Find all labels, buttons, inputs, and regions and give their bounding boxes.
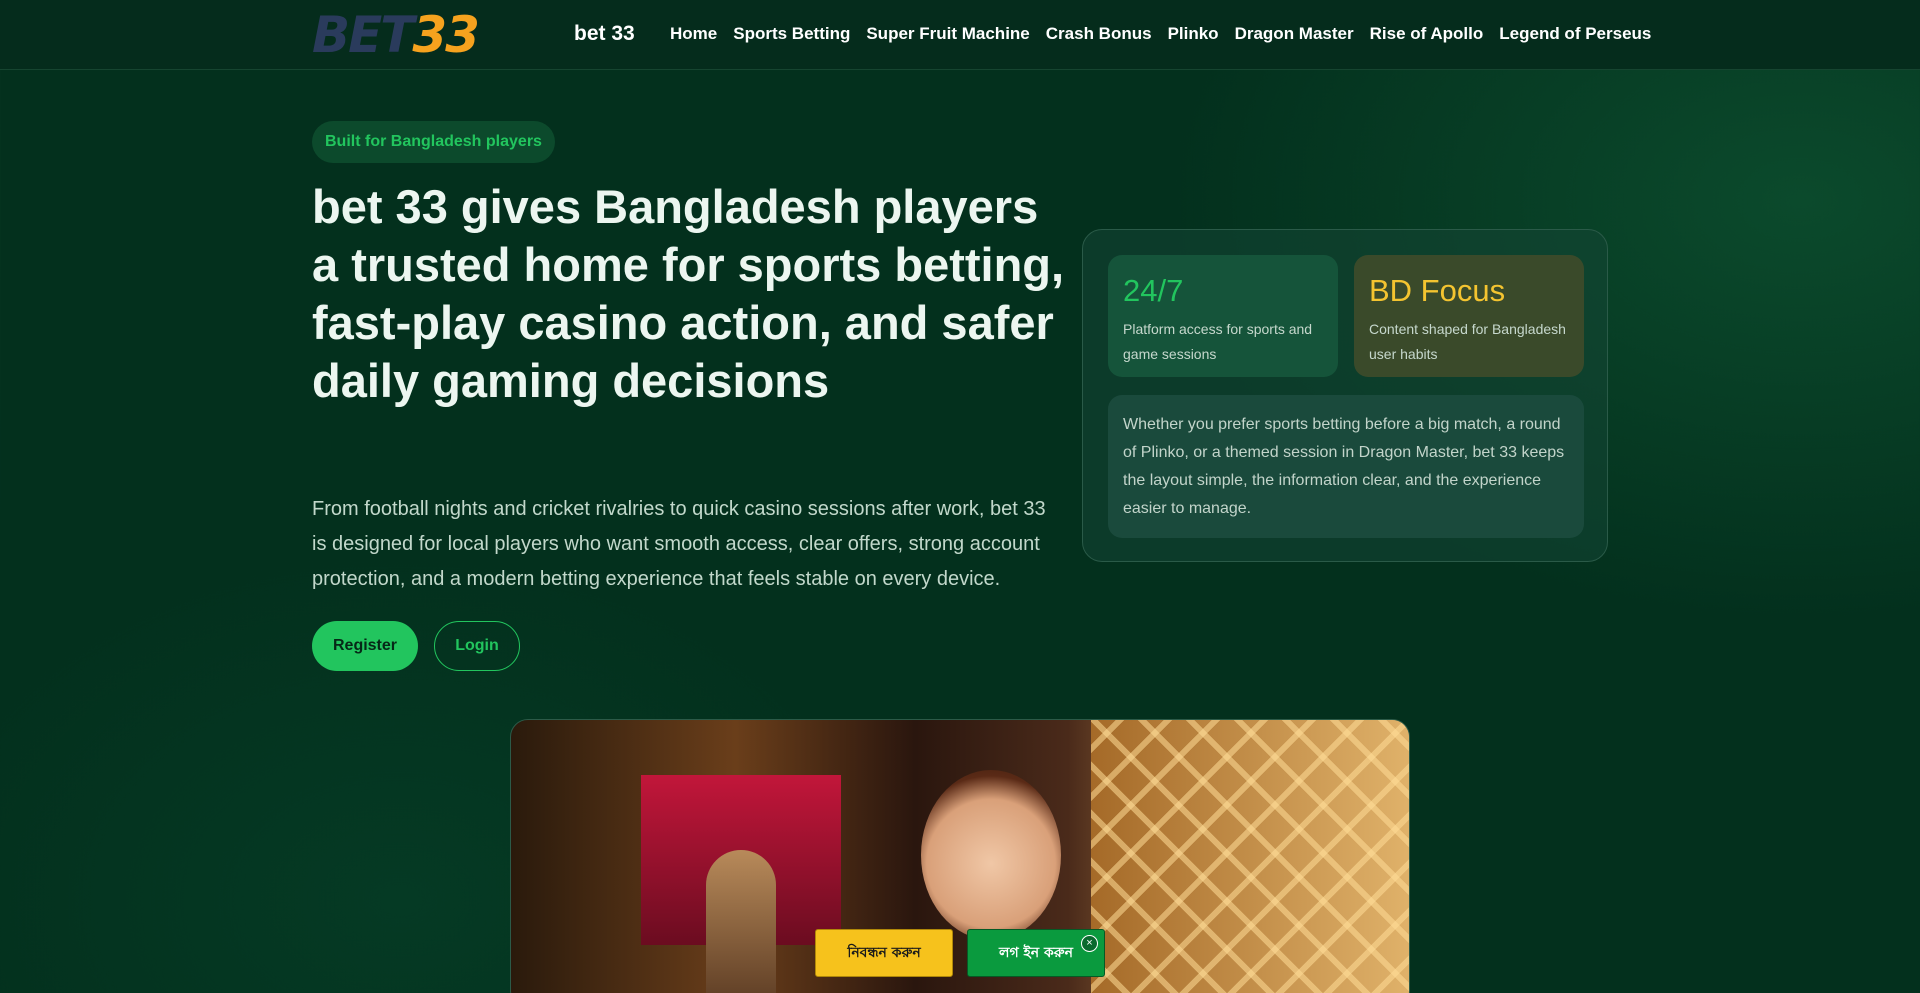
feature-card-text: Whether you prefer sports betting before… xyxy=(1108,395,1584,538)
close-icon[interactable]: × xyxy=(1081,935,1098,952)
register-button[interactable]: Register xyxy=(312,621,418,671)
nav-legend-of-perseus[interactable]: Legend of Perseus xyxy=(1499,24,1651,44)
image-background-person-shape xyxy=(706,850,776,993)
login-button[interactable]: Login xyxy=(434,621,520,671)
logo-text-bet: BET xyxy=(312,6,414,64)
hero-description: From football nights and cricket rivalri… xyxy=(312,498,1046,590)
audience-badge: Built for Bangladesh players xyxy=(312,121,555,163)
brand-name[interactable]: bet 33 xyxy=(574,22,635,46)
nav-crash-bonus[interactable]: Crash Bonus xyxy=(1046,24,1152,44)
image-dealer-shape xyxy=(921,770,1061,940)
stat-bd-focus: BD Focus Content shaped for Bangladesh u… xyxy=(1354,255,1584,377)
casino-dealer-image xyxy=(510,719,1410,993)
nav-dragon-master[interactable]: Dragon Master xyxy=(1235,24,1354,44)
stat-availability-caption: Platform access for sports and game sess… xyxy=(1123,321,1313,362)
feature-card: 24/7 Platform access for sports and game… xyxy=(1082,229,1608,562)
nav-sports-betting[interactable]: Sports Betting xyxy=(733,24,850,44)
logo-text-33: 33 xyxy=(412,6,480,64)
hero-title: bet 33 gives Bangladesh players a truste… xyxy=(312,180,1065,407)
stat-availability: 24/7 Platform access for sports and game… xyxy=(1108,255,1338,377)
stat-availability-value: 24/7 xyxy=(1123,273,1184,308)
stat-bd-focus-value: BD Focus xyxy=(1369,273,1506,308)
stat-bd-focus-caption: Content shaped for Bangladesh user habit… xyxy=(1369,321,1566,362)
nav-super-fruit-machine[interactable]: Super Fruit Machine xyxy=(866,24,1029,44)
nav-rise-of-apollo[interactable]: Rise of Apollo xyxy=(1370,24,1484,44)
image-lattice-shape xyxy=(1091,720,1409,993)
floating-register-button[interactable]: নিবন্ধন করুন xyxy=(815,929,953,977)
nav-home[interactable]: Home xyxy=(670,24,717,44)
site-logo[interactable]: BET 33 xyxy=(312,6,480,64)
nav-plinko[interactable]: Plinko xyxy=(1168,24,1219,44)
site-header: BET 33 bet 33 Home Sports Betting Super F… xyxy=(0,0,1920,70)
main-nav: Home Sports Betting Super Fruit Machine … xyxy=(670,24,1651,44)
